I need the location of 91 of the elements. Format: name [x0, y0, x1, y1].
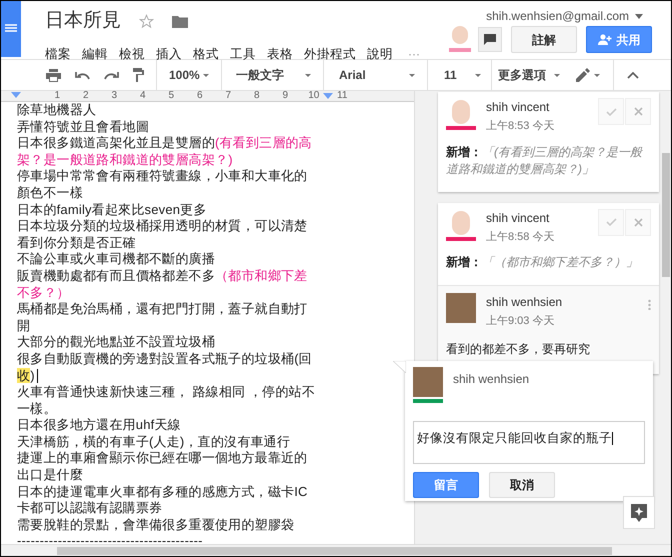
- undo-icon[interactable]: [75, 70, 90, 80]
- checkmark-icon: [606, 108, 616, 116]
- more-options-dropdown[interactable]: 更多選項: [492, 60, 570, 90]
- indent-marker[interactable]: [11, 92, 21, 98]
- horizontal-scrollbar[interactable]: [1, 544, 671, 556]
- menu-item[interactable]: 編輯: [82, 44, 108, 64]
- close-icon: [634, 218, 642, 226]
- reject-button[interactable]: [625, 208, 651, 236]
- reject-button[interactable]: [625, 98, 651, 125]
- more-icon[interactable]: [648, 299, 651, 310]
- size-dropdown[interactable]: 11: [428, 60, 492, 90]
- menu-icon: [5, 24, 17, 34]
- paragraph: 日本的捷運電車火車都有多種的感應方式，磁卡IC卡都可以認識有認購票券: [17, 484, 309, 517]
- author-name: shih wenhsien: [453, 371, 530, 388]
- chat-button[interactable]: [478, 27, 502, 52]
- caret-icon: [475, 74, 481, 76]
- caret-icon: [594, 74, 600, 76]
- comment-time: 上午9:03 今天: [486, 314, 556, 329]
- zoom-dropdown[interactable]: 100%: [157, 60, 222, 90]
- paragraph: 大部分的觀光地點並不設置垃圾桶: [17, 334, 216, 351]
- ruler-number: 9: [281, 91, 290, 101]
- account-email[interactable]: shih.wenhsien@gmail.com: [486, 7, 629, 25]
- scrollbar[interactable]: [662, 153, 670, 277]
- pencil-icon: [576, 68, 590, 82]
- caret-icon: [305, 74, 311, 76]
- paragraph: 不論公車或火車司機都不斷的廣播: [17, 251, 216, 268]
- text-cursor: [612, 432, 613, 446]
- ruler-number: 3: [110, 91, 118, 101]
- chat-icon: [484, 34, 496, 45]
- caret-icon[interactable]: [635, 14, 643, 18]
- comments-button[interactable]: 註解: [511, 26, 577, 53]
- paragraph: 停車場中常常會有兩種符號畫線，小車和大車化的顏色不一樣: [17, 168, 308, 202]
- explore-icon: [631, 504, 647, 522]
- paragraph: 天津橋筋，橫的有車子(人走)，直的沒有車通行: [17, 434, 292, 450]
- caret-icon: [203, 74, 209, 76]
- ruler-number: 6: [196, 91, 204, 101]
- photo-placeholder: [413, 367, 443, 397]
- photo-placeholder: [446, 293, 476, 323]
- paragraph: 日本很多地方還在用uhf天線: [17, 417, 182, 434]
- indent-marker[interactable]: [323, 93, 333, 99]
- caret-icon: [409, 74, 415, 76]
- paragraph: 弄懂符號並且會看地圖: [17, 118, 150, 136]
- author-name: shih vincent: [486, 99, 550, 116]
- paragraph: 需要脫鞋的景點，會準備很多重覆使用的塑膠袋: [17, 516, 296, 534]
- comment-input[interactable]: 好像沒有限定只能回收自家的瓶子: [413, 421, 645, 464]
- folder-icon[interactable]: [172, 14, 188, 28]
- user-avatar[interactable]: [449, 26, 471, 53]
- paragraph: 日本的family看起來比seven更多: [17, 202, 208, 218]
- paragraph: 販賣機動處都有而且價格都差不多（都市和鄉下差不多？）: [17, 268, 308, 302]
- avatar-placeholder: [452, 210, 470, 234]
- style-dropdown[interactable]: 一般文字: [222, 60, 324, 90]
- paragraph: 很多自動販賣機的旁邊對設置各式瓶子的垃圾桶(回 收): [17, 350, 313, 384]
- ruler-number: 7: [224, 91, 232, 101]
- author-name: shih wenhsien: [486, 294, 564, 311]
- font-dropdown[interactable]: Arial: [324, 60, 428, 90]
- author-name: shih vincent: [486, 210, 550, 226]
- comment-time: 上午8:53 今天: [486, 119, 556, 134]
- menu-item[interactable]: 檔案: [45, 44, 71, 64]
- ruler-number: 5: [167, 91, 176, 101]
- close-icon: [634, 107, 642, 116]
- ruler-number: 8: [252, 91, 261, 101]
- suggestion-text: 新增：「(有看到三層的高架？是一般道路和鐵道的雙層高架？)」: [446, 144, 644, 178]
- ruler-number: 11: [336, 91, 348, 101]
- docs-logo[interactable]: [1, 1, 21, 57]
- collapse-icon[interactable]: [627, 72, 639, 78]
- paragraph: 日本垃圾分類的垃圾桶採用透明的材質，可以清楚看到你分類是否正確: [17, 218, 308, 252]
- paragraph: 除草地機器人: [17, 102, 98, 119]
- star-icon[interactable]: [139, 14, 154, 29]
- avatar-placeholder: [452, 100, 470, 124]
- paragraph: 日本很多鐵道高架化並且是雙層的(有看到三層的高架？是一般道路和鐵道的雙層高架？): [17, 135, 313, 168]
- ruler-number: 1: [53, 91, 62, 101]
- cancel-button[interactable]: 取消: [489, 472, 555, 498]
- paragraph: -----------------------------------------: [17, 533, 204, 544]
- paragraph: 火車有普通快速新快速三種， 路線相同 ，停的站不一樣。: [17, 384, 316, 418]
- document-title[interactable]: 日本所見: [45, 7, 121, 36]
- print-icon[interactable]: [46, 68, 61, 82]
- suggestion-text: 新增：「（都市和鄉下差不多？）」: [446, 254, 639, 271]
- explore-button[interactable]: [623, 496, 655, 529]
- reply-text: 看到的都差不多，要再研究: [446, 340, 591, 358]
- paint-format-icon[interactable]: [133, 68, 144, 82]
- comment-time: 上午8:58 今天: [486, 230, 556, 244]
- ruler-number: 10: [307, 91, 320, 101]
- ruler-number: 4: [138, 91, 147, 101]
- paragraph: 馬桶都是免治馬桶，還有把門打開，蓋子就自動打開: [17, 301, 308, 334]
- person-icon: [598, 34, 612, 45]
- checkmark-icon: [606, 218, 616, 226]
- redo-icon[interactable]: [104, 70, 119, 80]
- paragraph: 捷運上的車廂會顯示你已經在哪一個地方最靠近的出口是什麼: [17, 450, 308, 484]
- caret-icon: [554, 74, 560, 76]
- menu-item[interactable]: 檢視: [119, 44, 145, 64]
- ruler-number: 2: [82, 91, 90, 101]
